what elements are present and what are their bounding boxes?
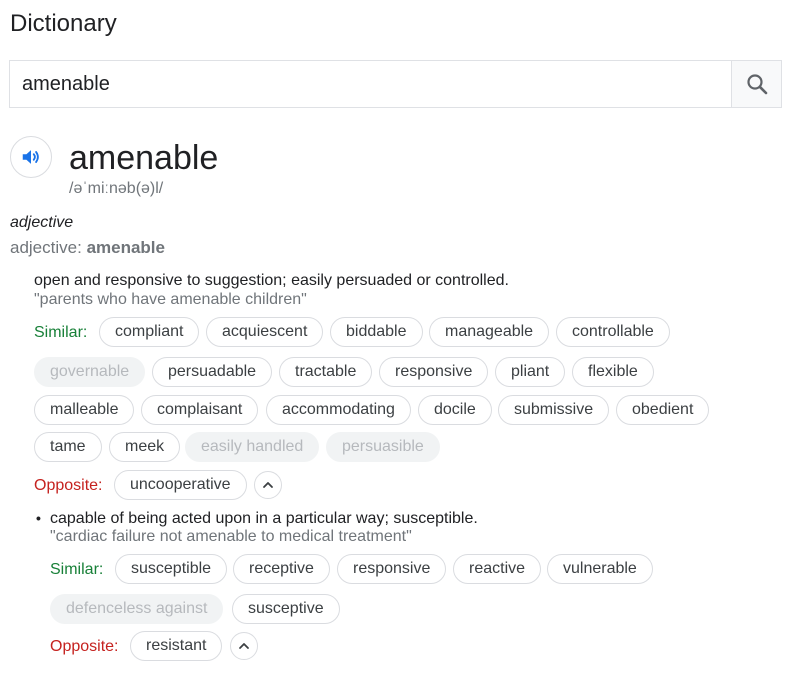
synonym-chip[interactable]: vulnerable <box>547 554 653 584</box>
definition-text: capable of being acted upon in a particu… <box>50 510 478 527</box>
synonym-chip[interactable]: responsive <box>337 554 447 584</box>
word-forms: adjective: amenable <box>10 238 165 258</box>
search-icon <box>746 74 767 95</box>
search-button[interactable] <box>731 61 781 107</box>
synonym-chip[interactable]: obedient <box>616 395 710 425</box>
synonym-chip[interactable]: meek <box>109 432 181 462</box>
synonym-chip: defenceless against <box>50 594 224 624</box>
opposite-label: Opposite: <box>50 638 119 655</box>
antonym-chip[interactable]: resistant <box>130 631 223 661</box>
synonym-chip: easily handled <box>185 432 320 462</box>
synonym-chip[interactable]: submissive <box>498 395 610 425</box>
synonym-chip[interactable]: pliant <box>495 357 566 387</box>
phonetic: /əˈmiːnəb(ə)l/ <box>69 180 164 197</box>
definition-text: open and responsive to suggestion; easil… <box>34 272 509 289</box>
synonym-chip[interactable]: accommodating <box>266 395 411 425</box>
collapse-synonyms-button[interactable] <box>254 471 282 499</box>
pronunciation-button[interactable] <box>10 136 52 178</box>
search-box <box>9 60 782 108</box>
chevron-up-icon <box>239 643 249 649</box>
synonym-chip[interactable]: docile <box>418 395 492 425</box>
headword: amenable <box>69 139 219 177</box>
definition-example: "cardiac failure not amenable to medical… <box>50 528 412 545</box>
similar-label: Similar: <box>50 561 104 578</box>
synonym-chip[interactable]: manageable <box>429 317 550 347</box>
similar-label: Similar: <box>34 324 88 341</box>
opposite-label: Opposite: <box>34 477 103 494</box>
synonym-chip[interactable]: receptive <box>233 554 330 584</box>
synonym-chip[interactable]: reactive <box>453 554 542 584</box>
synonym-chip[interactable]: tame <box>34 432 102 462</box>
synonym-chip[interactable]: malleable <box>34 395 135 425</box>
synonym-chip[interactable]: biddable <box>330 317 423 347</box>
sense-bullet: • <box>36 510 41 526</box>
word-forms-word: amenable <box>86 238 165 257</box>
synonym-chip[interactable]: susceptible <box>115 554 228 584</box>
synonym-chip[interactable]: controllable <box>556 317 670 347</box>
page-title: Dictionary <box>10 10 117 37</box>
synonym-chip[interactable]: persuadable <box>152 357 273 387</box>
synonym-chip[interactable]: acquiescent <box>206 317 324 347</box>
collapse-synonyms-button[interactable] <box>230 632 258 660</box>
definition-example: "parents who have amenable children" <box>34 291 307 308</box>
speaker-icon <box>22 150 39 164</box>
synonym-chip[interactable]: responsive <box>379 357 489 387</box>
synonym-chip: persuasible <box>326 432 440 462</box>
synonym-chip[interactable]: tractable <box>279 357 373 387</box>
search-input[interactable] <box>10 61 731 107</box>
antonym-chip[interactable]: uncooperative <box>114 470 247 500</box>
part-of-speech: adjective <box>10 214 74 231</box>
word-forms-label: adjective: <box>10 238 82 257</box>
synonym-chip[interactable]: complaisant <box>141 395 259 425</box>
synonym-chip: governable <box>34 357 146 387</box>
synonym-chip[interactable]: susceptive <box>232 594 340 624</box>
synonym-chip[interactable]: flexible <box>572 357 654 387</box>
synonym-chip[interactable]: compliant <box>99 317 200 347</box>
chevron-up-icon <box>263 482 273 488</box>
